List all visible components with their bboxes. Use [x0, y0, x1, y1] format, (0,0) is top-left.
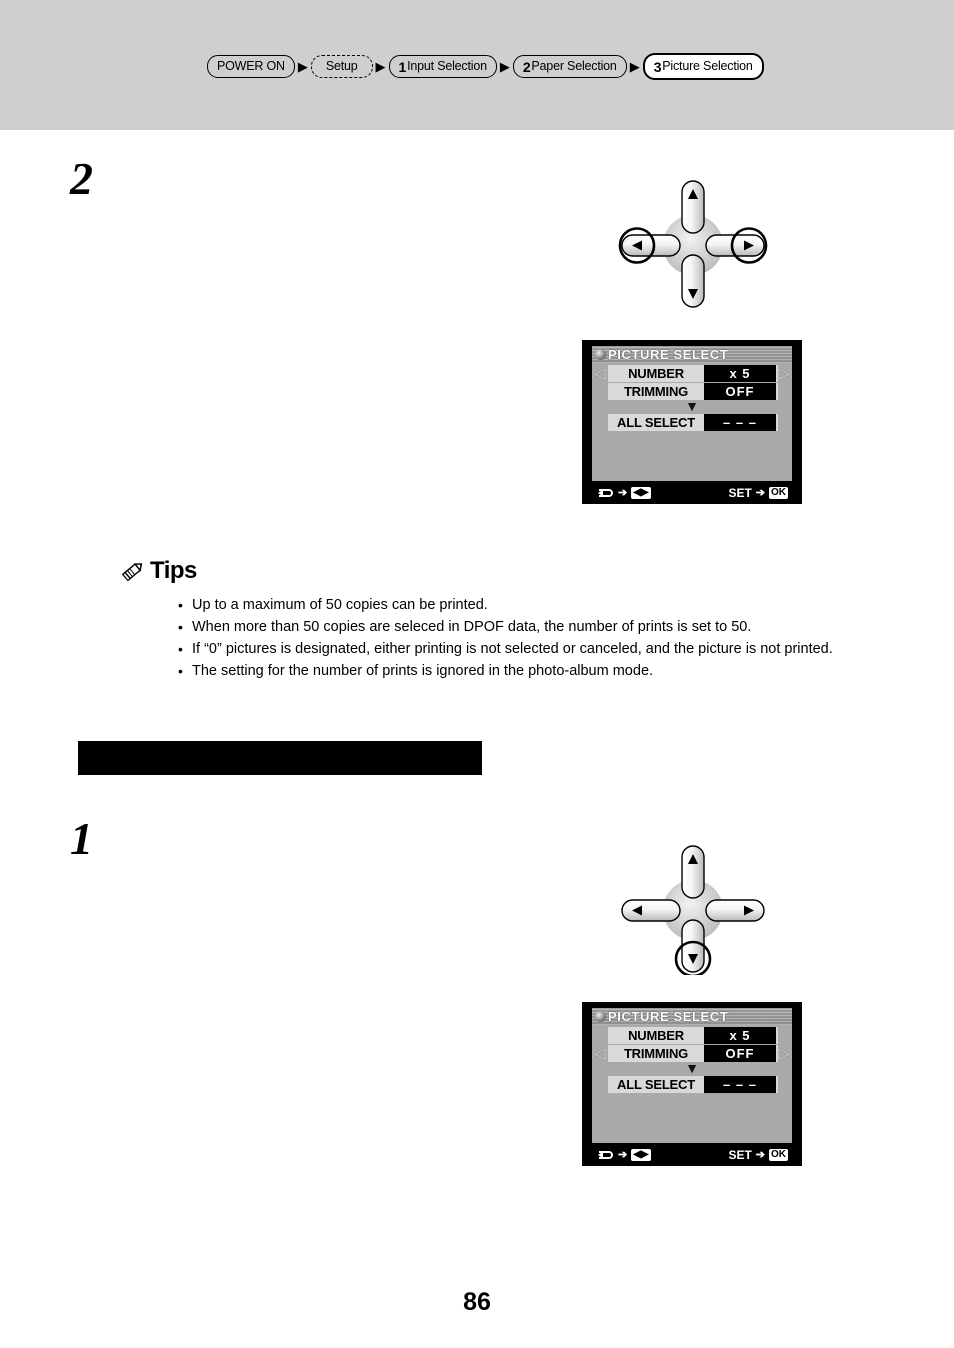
- dpad-control-top[interactable]: [608, 175, 778, 310]
- dpad-graphic: [621, 845, 765, 978]
- breadcrumb-label: Input Selection: [407, 59, 487, 74]
- tips-item: When more than 50 copies are seleced in …: [178, 617, 890, 638]
- lcd-title-text: PICTURE SELECT: [608, 347, 729, 362]
- lcd-title-bar: PICTURE SELECT: [592, 1008, 792, 1025]
- dpad-graphic: [618, 180, 768, 308]
- step-number-2: 2: [70, 153, 93, 204]
- hint-arrow-icon: ➔: [618, 1149, 628, 1161]
- lcd-row-label: ALL SELECT: [608, 414, 704, 431]
- breadcrumb-item-power-on[interactable]: POWER ON: [207, 55, 295, 78]
- lcd-row-label: TRIMMING: [608, 383, 704, 400]
- breadcrumb-step-number: 3: [653, 58, 662, 75]
- picture-select-icon: [595, 1011, 606, 1022]
- breadcrumb-arrow-icon: ▶: [499, 59, 510, 74]
- lcd-hint-navigate: ➔ ◀▶: [596, 486, 651, 499]
- lcd-settings-list: ◁ NUMBER x 5 ▷ TRIMMING OFF ▼ ALL SELECT…: [592, 363, 792, 431]
- selection-arrow-left-icon: ◁: [594, 1044, 606, 1062]
- lcd-row-value: – – –: [704, 414, 778, 431]
- lcd-row-value: x 5: [704, 365, 778, 382]
- picture-select-icon: [595, 349, 606, 360]
- lcd-row-all-select[interactable]: ALL SELECT – – –: [598, 1076, 786, 1093]
- lcd-row-trimming[interactable]: ◁ TRIMMING OFF ▷: [594, 1044, 790, 1062]
- lcd-screen-top: PICTURE SELECT ◁ NUMBER x 5 ▷ TRIMMING O…: [582, 340, 802, 504]
- breadcrumb-label: POWER ON: [217, 59, 285, 74]
- lcd-row-label: NUMBER: [608, 1027, 704, 1044]
- tips-item: Up to a maximum of 50 copies can be prin…: [178, 595, 890, 616]
- lcd-hint-chip-ok: OK: [769, 1148, 788, 1161]
- breadcrumb-item-setup[interactable]: Setup: [310, 55, 373, 78]
- lcd-hint-set: SET ➔ OK: [728, 486, 788, 500]
- dpad-control-bottom[interactable]: [608, 840, 778, 978]
- hint-arrow-icon: ➔: [618, 487, 628, 499]
- breadcrumb-step-number: 2: [522, 58, 531, 75]
- pencil-icon: [121, 563, 143, 582]
- breadcrumb-item-input-selection[interactable]: 1 Input Selection: [388, 55, 497, 78]
- lcd-row-label: ALL SELECT: [608, 1076, 704, 1093]
- lcd-hint-navigate: ➔ ◀▶: [596, 1148, 651, 1161]
- lcd-hint-bar: ➔ ◀▶ SET ➔ OK: [582, 481, 802, 504]
- lcd-title-bar: PICTURE SELECT: [592, 346, 792, 363]
- tips-item: If “0” pictures is designated, either pr…: [178, 639, 890, 660]
- selection-arrow-right-icon: ▷: [778, 364, 790, 382]
- cycle-icon: [598, 1150, 613, 1159]
- lcd-row-value: OFF: [704, 1045, 778, 1062]
- lcd-row-all-select[interactable]: ALL SELECT – – –: [598, 414, 786, 431]
- lcd-hint-set: SET ➔ OK: [728, 1148, 788, 1162]
- breadcrumb-item-picture-selection[interactable]: 3 Picture Selection: [642, 53, 764, 80]
- breadcrumb-item-paper-selection[interactable]: 2 Paper Selection: [512, 55, 627, 78]
- breadcrumb-arrow-icon: ▶: [375, 59, 386, 74]
- page-number: 86: [463, 1288, 491, 1316]
- lcd-row-value: – – –: [704, 1076, 778, 1093]
- step-number-1: 1: [70, 813, 93, 864]
- selection-arrow-right-icon: ▷: [778, 1044, 790, 1062]
- breadcrumb-arrow-icon: ▶: [629, 59, 640, 74]
- lcd-hint-set-label: SET: [728, 485, 752, 500]
- lcd-title-text: PICTURE SELECT: [608, 1009, 729, 1024]
- tips-heading: Tips: [120, 557, 197, 585]
- lcd-body: PICTURE SELECT ◁ NUMBER x 5 ▷ TRIMMING O…: [592, 346, 792, 481]
- lcd-hint-chip-ok: OK: [769, 486, 788, 499]
- selection-arrow-left-icon: ◁: [594, 364, 606, 382]
- lcd-settings-list: NUMBER x 5 ◁ TRIMMING OFF ▷ ▼ ALL SELECT…: [592, 1025, 792, 1093]
- breadcrumb-step-number: 1: [398, 58, 407, 75]
- breadcrumb-arrow-icon: ▶: [297, 59, 308, 74]
- lcd-hint-bar: ➔ ◀▶ SET ➔ OK: [582, 1143, 802, 1166]
- lcd-hint-chip-arrows: ◀▶: [631, 486, 651, 499]
- breadcrumb-label: Paper Selection: [531, 59, 617, 74]
- breadcrumb: POWER ON ▶ Setup ▶ 1 Input Selection ▶ 2…: [207, 53, 764, 80]
- lcd-row-number[interactable]: NUMBER x 5: [598, 1027, 786, 1044]
- lcd-row-label: NUMBER: [608, 365, 704, 382]
- lcd-separator-arrow-icon: ▼: [685, 398, 699, 414]
- lcd-row-value: OFF: [704, 383, 778, 400]
- breadcrumb-label: Picture Selection: [662, 59, 753, 74]
- hint-arrow-icon: ➔: [755, 1149, 765, 1161]
- lcd-body: PICTURE SELECT NUMBER x 5 ◁ TRIMMING OFF…: [592, 1008, 792, 1143]
- tips-list: Up to a maximum of 50 copies can be prin…: [178, 595, 890, 683]
- breadcrumb-label: Setup: [325, 59, 358, 74]
- section-heading-bar: [78, 741, 482, 775]
- lcd-row-number[interactable]: ◁ NUMBER x 5 ▷: [594, 364, 790, 382]
- hint-arrow-icon: ➔: [755, 487, 765, 499]
- lcd-screen-bottom: PICTURE SELECT NUMBER x 5 ◁ TRIMMING OFF…: [582, 1002, 802, 1166]
- lcd-row-trimming[interactable]: TRIMMING OFF: [598, 383, 786, 400]
- cycle-icon: [598, 488, 613, 497]
- lcd-hint-set-label: SET: [728, 1147, 752, 1162]
- header-band: POWER ON ▶ Setup ▶ 1 Input Selection ▶ 2…: [0, 0, 954, 130]
- lcd-hint-chip-arrows: ◀▶: [631, 1148, 651, 1161]
- lcd-row-value: x 5: [704, 1027, 778, 1044]
- tips-item: The setting for the number of prints is …: [178, 661, 890, 682]
- lcd-row-label: TRIMMING: [608, 1045, 704, 1062]
- lcd-separator-arrow-icon: ▼: [685, 1060, 699, 1076]
- tips-title: Tips: [150, 557, 197, 584]
